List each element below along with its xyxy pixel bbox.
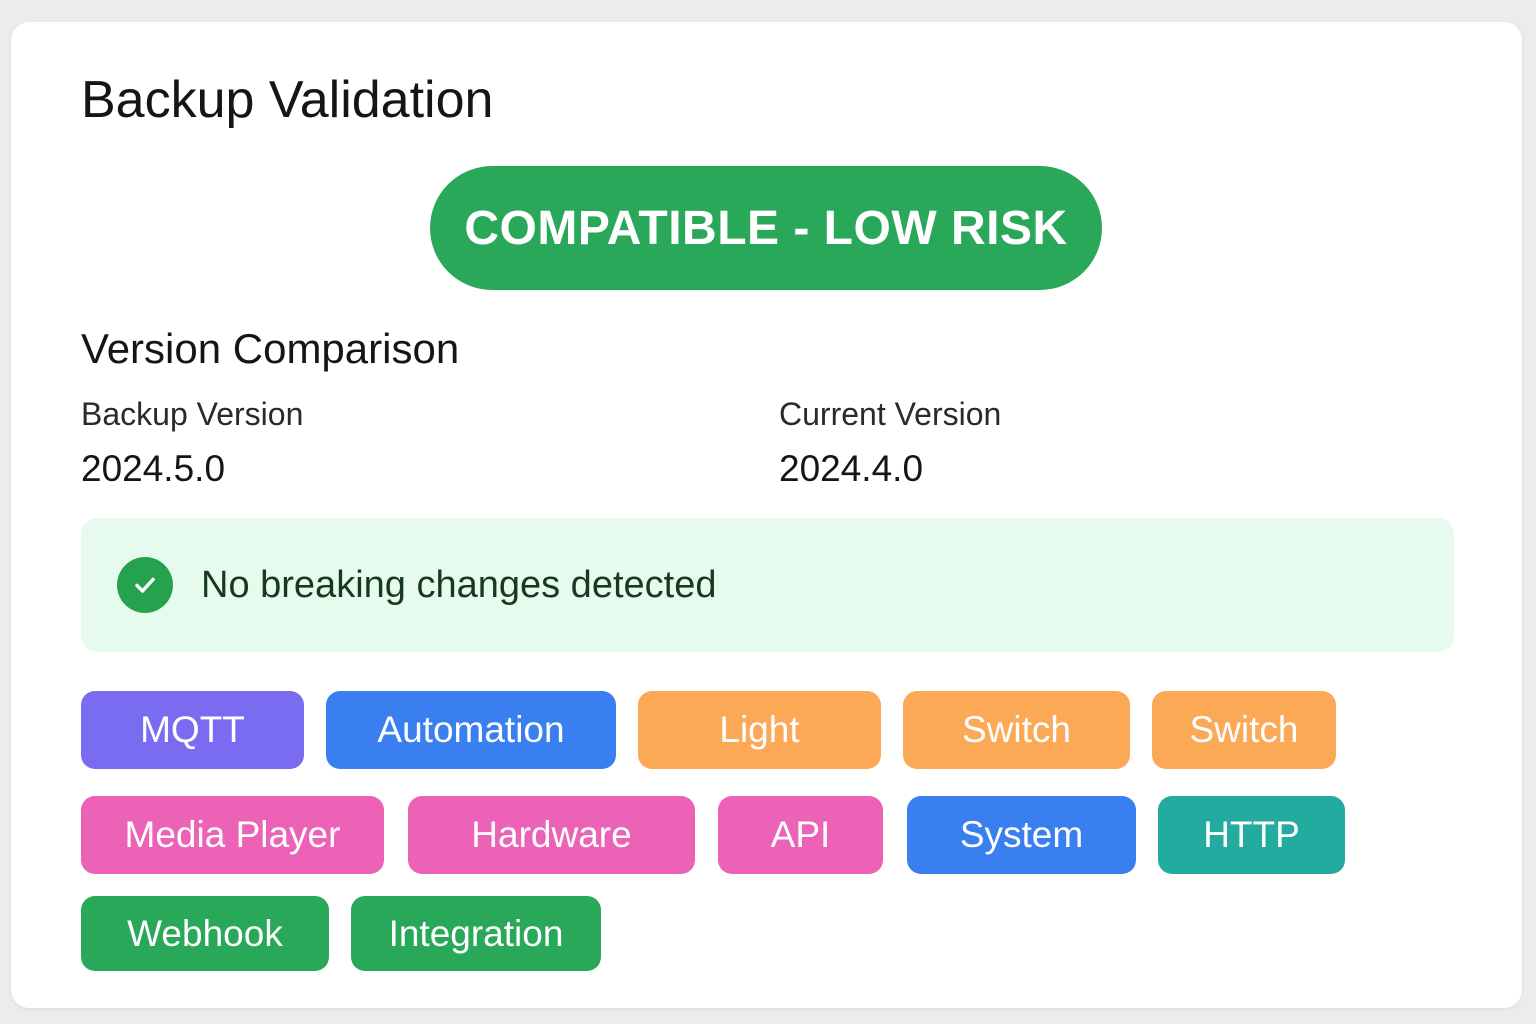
current-version-label: Current Version bbox=[779, 396, 1002, 432]
current-version-value: 2024.4.0 bbox=[779, 448, 924, 489]
tag-api[interactable]: API bbox=[718, 796, 883, 874]
status-badge: COMPATIBLE - LOW RISK bbox=[430, 166, 1102, 290]
tag-media-player[interactable]: Media Player bbox=[81, 796, 384, 874]
tag-webhook[interactable]: Webhook bbox=[81, 896, 329, 971]
no-breaking-changes-notice: No breaking changes detected bbox=[81, 518, 1454, 652]
tag-hardware[interactable]: Hardware bbox=[408, 796, 695, 874]
tag-http[interactable]: HTTP bbox=[1158, 796, 1345, 874]
tag-mqtt[interactable]: MQTT bbox=[81, 691, 304, 769]
backup-version-value: 2024.5.0 bbox=[81, 448, 226, 489]
notice-text: No breaking changes detected bbox=[201, 563, 717, 606]
tag-light[interactable]: Light bbox=[638, 691, 881, 769]
check-circle-icon bbox=[117, 557, 173, 613]
page-title: Backup Validation bbox=[81, 71, 494, 129]
tag-switch[interactable]: Switch bbox=[903, 691, 1130, 769]
tag-switch-2[interactable]: Switch bbox=[1152, 691, 1336, 769]
tag-integration[interactable]: Integration bbox=[351, 896, 601, 971]
version-comparison-heading: Version Comparison bbox=[81, 325, 460, 372]
tag-system[interactable]: System bbox=[907, 796, 1136, 874]
backup-validation-card: Backup Validation COMPATIBLE - LOW RISK … bbox=[11, 22, 1522, 1008]
tag-automation[interactable]: Automation bbox=[326, 691, 616, 769]
backup-version-label: Backup Version bbox=[81, 396, 304, 432]
